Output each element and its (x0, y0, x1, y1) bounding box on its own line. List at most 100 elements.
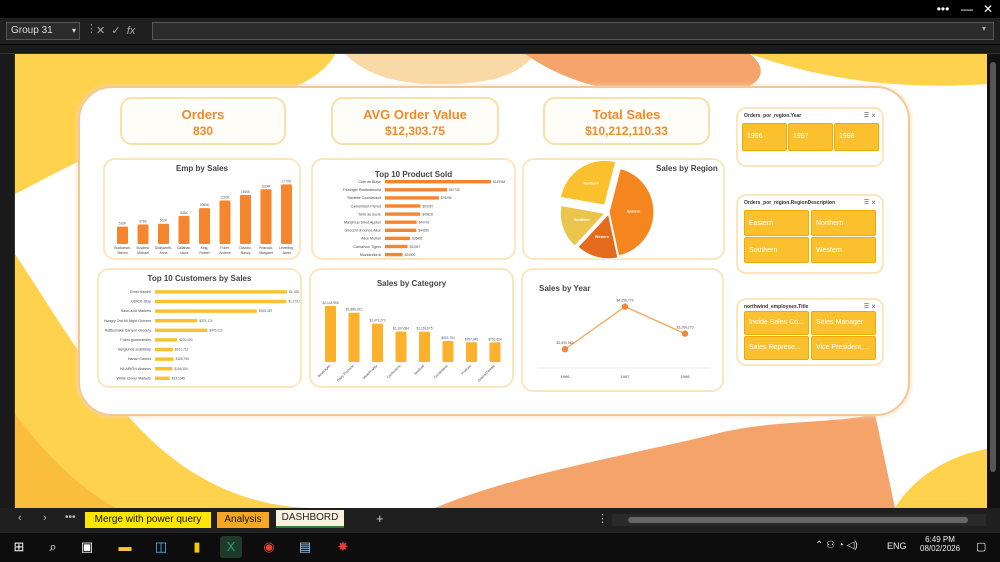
emp-bar-label: 516K (119, 222, 127, 226)
emp-bar-label: 836K (180, 211, 188, 215)
clock[interactable]: 6:49 PM 08/02/2026 (920, 535, 960, 553)
slicer-emp-vice-president[interactable]: Vice President,... (811, 336, 876, 360)
filter-icons[interactable]: ☰ ⨯ (864, 303, 876, 310)
product-bar (385, 212, 421, 216)
search-icon[interactable]: ⌕ (42, 536, 64, 558)
customer-bar-label: $166,755 (176, 357, 190, 361)
emp-sales-card: Emp by Sales 516K Buchanan, Steven 578K Suya… (103, 158, 301, 260)
product-bar-label: $50287 (423, 204, 434, 208)
category-bar-label: $2,144,955 (323, 301, 339, 305)
column-headers (0, 45, 1000, 54)
top-products-card: Top 10 Product Sold Côte de Blaye $149984… (311, 158, 516, 260)
product-bar-label: $87736 (449, 188, 460, 192)
product-bar-label: $35482 (412, 237, 423, 241)
kpi-orders-title: Orders (181, 107, 225, 122)
product-bar (385, 188, 448, 192)
pie-slice-label: Northern (584, 181, 599, 185)
emp-tick-label: Leverling, (279, 246, 294, 250)
chevron-down-icon[interactable]: ▾ (72, 23, 76, 39)
title-bar (0, 0, 1000, 18)
slicer-year-1996[interactable]: 1996 (742, 123, 787, 151)
formula-controls: ✕ ✓ fx (96, 22, 148, 40)
horizontal-scroll-thumb[interactable] (628, 517, 968, 523)
store-icon[interactable]: ◫ (150, 536, 172, 558)
confirm-icon[interactable]: ✓ (111, 25, 120, 37)
fx-icon[interactable]: fx (127, 25, 136, 37)
expand-formula-icon[interactable]: ▾ (982, 24, 986, 33)
slicer-region-western[interactable]: Western (811, 237, 876, 263)
close-icon[interactable]: ✕ (977, 1, 999, 17)
customer-bar-label: $156,154 (174, 367, 188, 371)
category-bar-label: $757,045 (465, 337, 479, 341)
product-bar (385, 196, 439, 200)
vertical-scroll-thumb[interactable] (990, 62, 996, 472)
kpi-avg-order: AVG Order Value $12,303.75 (331, 97, 499, 145)
slicer-emp-sales-manager[interactable]: Sales Manager (811, 311, 876, 335)
emp-tick-label: Peacock, (259, 246, 273, 250)
slicer-region-title: Orders_por_region.RegionDescription (744, 200, 836, 206)
chrome-icon[interactable]: ◉ (258, 536, 280, 558)
slicer-emp-sales-rep[interactable]: Sales Represe... (744, 336, 809, 360)
emp-tick-label: Fuller, (220, 246, 229, 250)
kpi-orders: Orders 830 (120, 97, 286, 145)
slicer-region-southern[interactable]: Southern (744, 237, 809, 263)
cancel-icon[interactable]: ✕ (96, 25, 105, 37)
more-icon[interactable]: ••• (932, 1, 954, 17)
customer-bar-label: $132,045 (172, 376, 186, 380)
product-tick-label: Mozzarella di (360, 253, 381, 257)
kpi-avg-order-title: AVG Order Value (363, 107, 467, 122)
product-bar (385, 252, 403, 257)
category-bar (489, 342, 501, 362)
slicer-year-1998[interactable]: 1998 (834, 123, 879, 151)
slicer-year-1997[interactable]: 1997 (788, 123, 833, 151)
tab-merge[interactable]: Merge with power query (85, 512, 211, 528)
product-bar-label: $76296 (441, 196, 452, 200)
category-bar (325, 306, 336, 362)
slicer-region-eastern[interactable]: Eastern (744, 210, 809, 236)
year-point (561, 346, 569, 353)
emp-tick-label: Robert (199, 251, 209, 255)
emp-bar-label: 1770K (282, 179, 292, 183)
windows-start-icon[interactable]: ⊞ (8, 536, 30, 558)
formula-input[interactable] (152, 22, 994, 40)
task-view-icon[interactable]: ▣ (76, 536, 98, 558)
emp-bar-label: 1065K (200, 203, 210, 207)
sales-year-chart: $2,690,063 1996 $4,256,779 1997 $3,264,270 19… (539, 299, 709, 379)
tab-prev-icon[interactable]: ‹ (18, 512, 22, 524)
snipping-tool-icon[interactable]: ▤ (294, 536, 316, 558)
sales-year-card: Sales by Year $2,690,063 1996 $4,256,779 19… (521, 268, 724, 392)
tab-next-icon[interactable]: › (43, 512, 47, 524)
product-tick-label: Raclette Courdavault (347, 196, 381, 200)
tray-icons[interactable]: ⌃ ⚇ ◔ ◁) (815, 540, 858, 551)
category-bar-label: $802,754 (441, 336, 455, 340)
customer-tick-label: QUICK-Stop (131, 300, 151, 304)
filter-icons[interactable]: ☰ ⨯ (864, 112, 876, 119)
customer-bar (155, 367, 173, 371)
file-explorer-icon[interactable]: ▬ (114, 536, 136, 558)
add-sheet-icon[interactable]: + (376, 511, 384, 526)
slicer-emp-inside-sales[interactable]: Inside Sales Co... (744, 311, 809, 335)
year-tick-label: 1996 (561, 374, 571, 379)
tab-analysis[interactable]: Analysis (217, 512, 269, 528)
notification-icon[interactable]: ▢ (976, 540, 986, 553)
excel-icon[interactable]: X (220, 536, 242, 558)
emp-tick-label: Steven (117, 251, 128, 255)
customer-bar-label: $470,210 (209, 328, 223, 332)
slicer-region-northern[interactable]: Northern (811, 210, 876, 236)
product-tick-label: Alice Mutton (361, 237, 381, 241)
tab-dashbord[interactable]: DASHBORD (276, 510, 344, 528)
category-bar-label: $1,167,084 (393, 327, 409, 331)
power-bi-icon[interactable]: ▮ (186, 536, 208, 558)
language-indicator[interactable]: ENG (887, 541, 907, 551)
tab-more-icon[interactable]: ••• (65, 512, 76, 523)
product-tick-label: Tarte au sucre (358, 212, 381, 216)
name-box[interactable]: Group 31 ▾ (6, 22, 80, 40)
slicer-region: Orders_por_region.RegionDescription ☰ ⨯ … (736, 194, 884, 274)
year-point (621, 303, 629, 310)
year-tick-label: 1997 (621, 374, 631, 379)
minimize-icon[interactable]: — (956, 1, 978, 17)
app-icon[interactable]: ✸ (332, 536, 354, 558)
kpi-total-sales-title: Total Sales (592, 107, 661, 122)
emp-bar-label: 578K (139, 220, 147, 224)
filter-icons[interactable]: ☰ ⨯ (864, 199, 876, 206)
